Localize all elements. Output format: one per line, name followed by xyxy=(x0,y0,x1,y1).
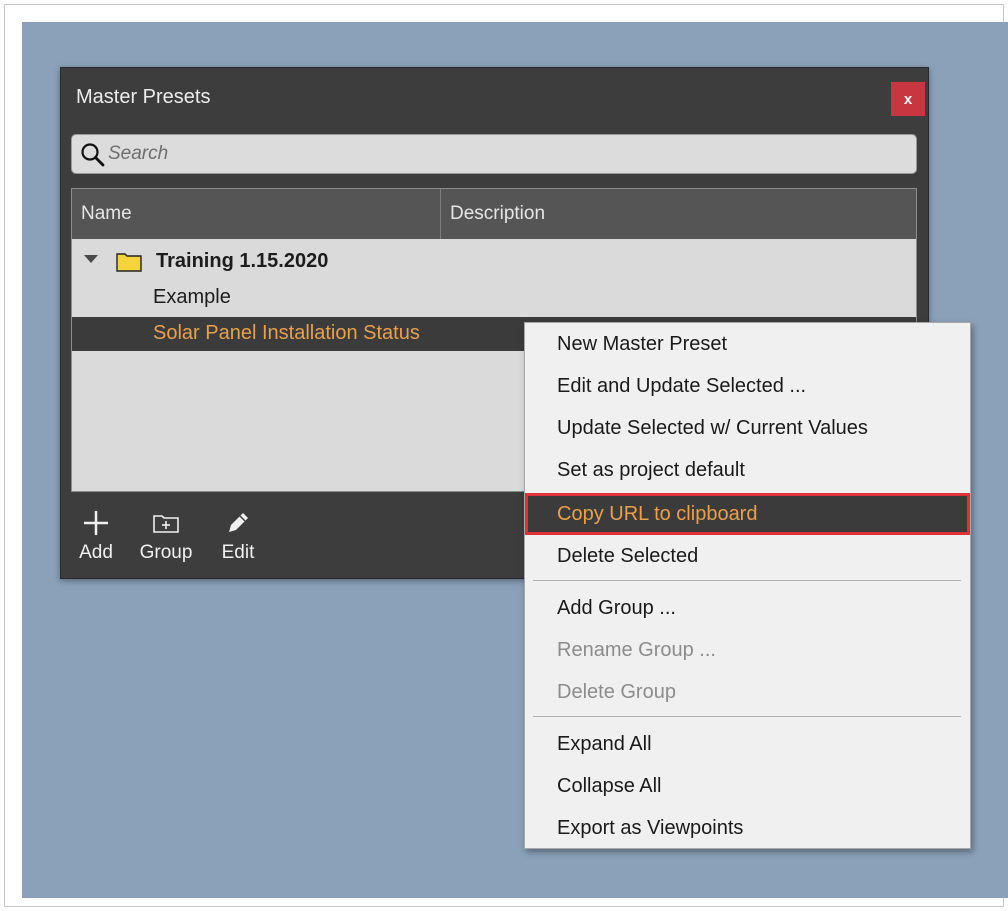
edit-button[interactable]: Edit xyxy=(203,508,273,570)
group-row[interactable]: Training 1.15.2020 xyxy=(72,245,916,279)
menu-item-rename-group[interactable]: Rename Group ... xyxy=(525,629,970,671)
group-label: Group xyxy=(139,542,193,563)
menu-item-new-master-preset[interactable]: New Master Preset xyxy=(525,323,970,365)
table-row[interactable]: Example xyxy=(72,281,916,315)
menu-item-collapse-all[interactable]: Collapse All xyxy=(525,765,970,807)
menu-item-add-group[interactable]: Add Group ... xyxy=(525,587,970,629)
menu-item-export-as-viewpoints[interactable]: Export as Viewpoints xyxy=(525,807,970,849)
context-menu: New Master Preset Edit and Update Select… xyxy=(524,322,971,849)
menu-item-delete-selected[interactable]: Delete Selected xyxy=(525,535,970,577)
menu-item-update-selected-current-values[interactable]: Update Selected w/ Current Values xyxy=(525,407,970,449)
folder-plus-icon xyxy=(153,515,179,533)
search-icon xyxy=(81,143,105,167)
menu-separator xyxy=(533,580,961,581)
menu-item-edit-and-update-selected[interactable]: Edit and Update Selected ... xyxy=(525,365,970,407)
pencil-icon xyxy=(229,513,248,532)
preset-name: Solar Panel Installation Status xyxy=(153,322,420,344)
menu-item-delete-group[interactable]: Delete Group xyxy=(525,671,970,713)
search-input[interactable] xyxy=(108,141,908,167)
column-header-name[interactable]: Name xyxy=(72,189,441,239)
search-box xyxy=(71,134,917,174)
menu-item-expand-all[interactable]: Expand All xyxy=(525,723,970,765)
menu-item-set-as-project-default[interactable]: Set as project default xyxy=(525,449,970,491)
preset-name: Example xyxy=(153,286,231,308)
add-label: Add xyxy=(79,542,113,563)
plus-icon xyxy=(84,511,108,535)
menu-item-copy-url-to-clipboard[interactable]: Copy URL to clipboard xyxy=(525,493,970,535)
window-title: Master Presets xyxy=(76,86,211,108)
close-button[interactable]: x xyxy=(891,82,925,116)
group-label: Training 1.15.2020 xyxy=(156,250,329,272)
expand-caret-icon[interactable] xyxy=(84,255,98,263)
column-header-description[interactable]: Description xyxy=(441,189,916,239)
menu-separator xyxy=(533,716,961,717)
table-header: Name Description xyxy=(72,189,916,239)
edit-label: Edit xyxy=(221,542,255,563)
folder-icon xyxy=(116,253,142,272)
add-button[interactable]: Add xyxy=(61,508,131,570)
add-group-button[interactable]: Group xyxy=(131,508,201,570)
